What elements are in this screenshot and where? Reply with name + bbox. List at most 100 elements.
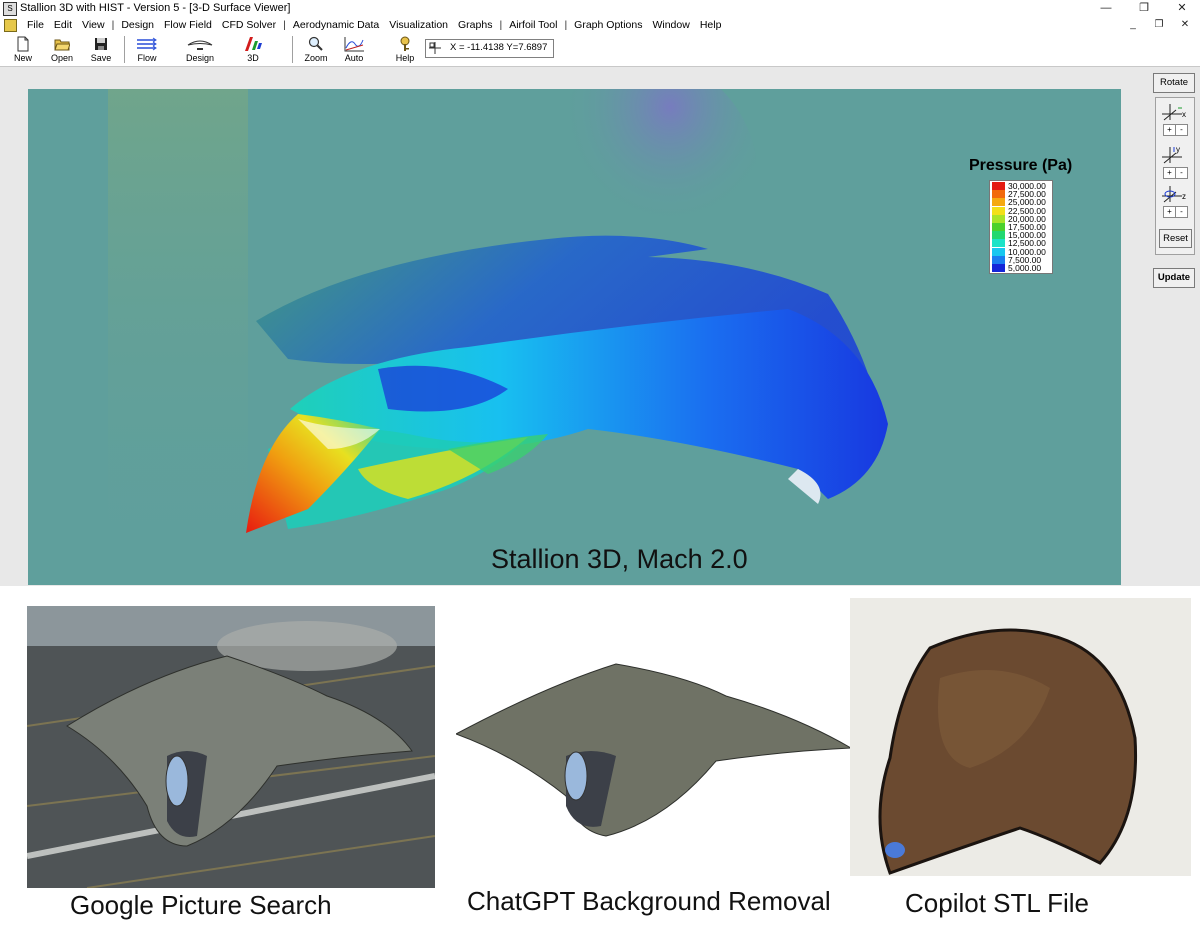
menu-separator: | bbox=[564, 19, 568, 31]
mdi-restore-button[interactable]: ❐ bbox=[1146, 17, 1172, 33]
3d-surface-icon bbox=[245, 37, 262, 51]
auto-scale-chart-icon bbox=[344, 37, 364, 52]
rotate-button[interactable]: Rotate bbox=[1153, 73, 1195, 93]
window-title: Stallion 3D with HIST - Version 5 - [3-D… bbox=[20, 2, 291, 14]
z-axis-label: z bbox=[1182, 192, 1186, 201]
close-button[interactable]: ✕ bbox=[1164, 0, 1200, 17]
legend-swatch bbox=[992, 255, 1005, 264]
new-label: New bbox=[13, 53, 32, 63]
legend-swatch bbox=[992, 182, 1005, 191]
magnifier-icon bbox=[308, 36, 323, 51]
surface-viewer-canvas[interactable]: Pressure (Pa) 30,000.00 27,500.00 25,000.0… bbox=[28, 89, 1121, 585]
save-button[interactable]: Save bbox=[90, 36, 112, 63]
menu-flow-field[interactable]: Flow Field bbox=[159, 19, 217, 31]
google-search-photo bbox=[27, 606, 435, 888]
stallion-app-icon[interactable]: S bbox=[3, 2, 17, 16]
legend-swatch bbox=[992, 239, 1005, 248]
airfoil-design-icon bbox=[187, 40, 213, 50]
z-axis-control: z + - bbox=[1160, 184, 1190, 218]
y-axis-icon bbox=[1162, 147, 1182, 164]
menu-edit[interactable]: Edit bbox=[49, 19, 77, 31]
x-axis-label: x bbox=[1182, 110, 1186, 119]
z-minus-button[interactable]: - bbox=[1175, 206, 1188, 218]
mdi-minimize-button[interactable]: _ bbox=[1120, 17, 1146, 33]
toolbar-separator bbox=[292, 36, 293, 63]
legend-swatch bbox=[992, 247, 1005, 256]
save-label: Save bbox=[90, 53, 112, 63]
zoom-button[interactable]: Zoom bbox=[304, 36, 328, 63]
legend-swatch bbox=[992, 206, 1005, 215]
legend-swatch bbox=[992, 263, 1005, 272]
photo-caption-google: Google Picture Search bbox=[70, 890, 332, 920]
flow-label: Flow bbox=[137, 53, 157, 63]
new-button[interactable]: New bbox=[12, 36, 34, 63]
photo-caption-copilot: Copilot STL File bbox=[905, 888, 1089, 918]
legend-swatch bbox=[992, 223, 1005, 232]
mdi-close-button[interactable]: ✕ bbox=[1172, 17, 1198, 33]
copilot-stl-photo bbox=[850, 598, 1191, 876]
design-label: Design bbox=[185, 53, 214, 63]
menu-help[interactable]: Help bbox=[695, 19, 727, 31]
x-minus-button[interactable]: - bbox=[1175, 124, 1188, 136]
menu-aerodynamic-data[interactable]: Aerodynamic Data bbox=[288, 19, 384, 31]
help-button[interactable]: Help bbox=[394, 36, 416, 63]
legend-swatch bbox=[992, 231, 1005, 240]
menu-separator: | bbox=[499, 19, 503, 31]
menu-view[interactable]: View bbox=[77, 19, 110, 31]
pressure-legend: 30,000.00 27,500.00 25,000.00 22,500.00 20,0… bbox=[989, 180, 1053, 275]
legend-swatch bbox=[992, 198, 1005, 207]
menu-separator: | bbox=[283, 19, 286, 31]
help-label: Help bbox=[395, 53, 415, 63]
menu-window[interactable]: Window bbox=[647, 19, 694, 31]
y-axis-control: y + - bbox=[1160, 145, 1190, 179]
3d-view-button[interactable]: 3D bbox=[241, 36, 265, 63]
new-file-icon bbox=[17, 36, 29, 52]
cursor-coordinates: X = -11.4138 Y=7.6897 bbox=[450, 42, 548, 53]
reset-rotation-button[interactable]: Reset bbox=[1159, 229, 1192, 248]
open-label: Open bbox=[50, 53, 74, 63]
menu-airfoil-tool[interactable]: Airfoil Tool bbox=[504, 19, 562, 31]
help-key-icon bbox=[400, 36, 410, 51]
menu-graph-options[interactable]: Graph Options bbox=[569, 19, 647, 31]
document-icon[interactable] bbox=[4, 19, 17, 32]
update-button[interactable]: Update bbox=[1153, 268, 1195, 288]
flow-lines-icon bbox=[137, 37, 157, 51]
restore-button[interactable]: ❐ bbox=[1126, 0, 1162, 17]
aircraft-cutout-image bbox=[456, 663, 852, 837]
photo-caption-chatgpt: ChatGPT Background Removal bbox=[467, 886, 831, 916]
y-minus-button[interactable]: - bbox=[1175, 167, 1188, 179]
shock-plume-left bbox=[108, 89, 248, 585]
aircraft-stl-model-image bbox=[878, 628, 1138, 875]
toolbar-separator bbox=[124, 36, 125, 63]
menu-design[interactable]: Design bbox=[116, 19, 159, 31]
title-bar: S Stallion 3D with HIST - Version 5 - [3… bbox=[0, 0, 1200, 17]
menu-cfd-solver[interactable]: CFD Solver bbox=[217, 19, 281, 31]
legend-swatch bbox=[992, 190, 1005, 199]
legend-value: 5,000.00 bbox=[1008, 262, 1042, 273]
aircraft-on-deck-image bbox=[27, 606, 435, 888]
menu-graphs[interactable]: Graphs bbox=[453, 19, 497, 31]
pressure-surface-render bbox=[28, 89, 1121, 585]
menu-visualization[interactable]: Visualization bbox=[384, 19, 453, 31]
cursor-coordinates-field: X = -11.4138 Y=7.6897 bbox=[425, 39, 554, 58]
crosshair-icon bbox=[429, 42, 441, 54]
x-axis-control: x + - bbox=[1160, 102, 1190, 136]
zoom-label: Zoom bbox=[304, 53, 328, 63]
menu-separator: | bbox=[111, 19, 115, 31]
minimize-button[interactable]: — bbox=[1088, 0, 1124, 17]
auto-button[interactable]: Auto bbox=[342, 36, 366, 63]
flow-button[interactable]: Flow bbox=[135, 36, 159, 63]
save-disk-icon bbox=[95, 38, 107, 50]
axis-rotation-controls: x + - y + - z + - Reset bbox=[1155, 97, 1195, 255]
menu-file[interactable]: File bbox=[22, 19, 49, 31]
y-axis-label: y bbox=[1176, 145, 1180, 154]
viewport-caption: Stallion 3D, Mach 2.0 bbox=[491, 544, 748, 574]
legend-entry: 5,000.00 bbox=[992, 264, 1050, 272]
auto-label: Auto bbox=[344, 53, 364, 63]
chatgpt-background-removed-photo bbox=[456, 656, 852, 838]
menu-items: File Edit View | Design Flow Field CFD Solver |… bbox=[22, 19, 726, 31]
design-button[interactable]: Design bbox=[185, 36, 215, 63]
open-folder-icon bbox=[54, 39, 70, 51]
open-button[interactable]: Open bbox=[50, 36, 74, 63]
menu-bar: File Edit View | Design Flow Field CFD Solver |… bbox=[0, 17, 1200, 33]
